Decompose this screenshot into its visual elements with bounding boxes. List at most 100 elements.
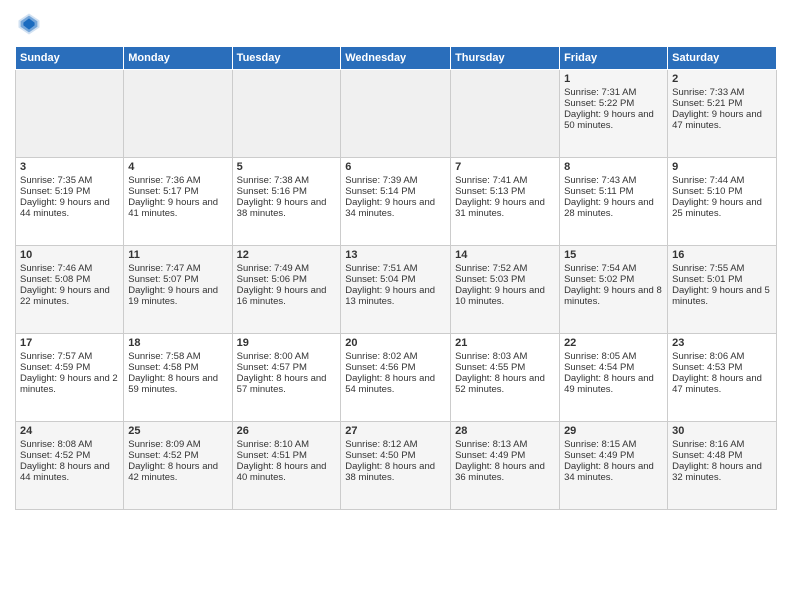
daylight: Daylight: 9 hours and 41 minutes.	[128, 197, 227, 219]
sunrise: Sunrise: 7:36 AM	[128, 175, 227, 186]
calendar-cell: 4Sunrise: 7:36 AMSunset: 5:17 PMDaylight…	[124, 158, 232, 246]
sunrise: Sunrise: 7:55 AM	[672, 263, 772, 274]
daylight: Daylight: 8 hours and 47 minutes.	[672, 373, 772, 395]
daylight: Daylight: 8 hours and 32 minutes.	[672, 461, 772, 483]
sunset: Sunset: 5:13 PM	[455, 186, 555, 197]
sunset: Sunset: 4:49 PM	[564, 450, 663, 461]
calendar-cell: 8Sunrise: 7:43 AMSunset: 5:11 PMDaylight…	[560, 158, 668, 246]
sunrise: Sunrise: 8:02 AM	[345, 351, 446, 362]
calendar-cell: 12Sunrise: 7:49 AMSunset: 5:06 PMDayligh…	[232, 246, 341, 334]
sunrise: Sunrise: 7:57 AM	[20, 351, 119, 362]
calendar-cell: 19Sunrise: 8:00 AMSunset: 4:57 PMDayligh…	[232, 334, 341, 422]
calendar-cell: 7 Sunrise: 7:41 AMSunset: 5:13 PMDaylight…	[451, 158, 560, 246]
sunrise: Sunrise: 8:03 AM	[455, 351, 555, 362]
day-header-monday: Monday	[124, 47, 232, 70]
sunrise: Sunrise: 8:05 AM	[564, 351, 663, 362]
sunrise: Sunrise: 7:47 AM	[128, 263, 227, 274]
daylight: Daylight: 9 hours and 8 minutes.	[564, 285, 663, 307]
calendar-cell: 3Sunrise: 7:35 AMSunset: 5:19 PMDaylight…	[16, 158, 124, 246]
day-number: 16	[672, 249, 772, 261]
day-header-wednesday: Wednesday	[341, 47, 451, 70]
day-number: 7	[455, 161, 555, 173]
day-header-row: SundayMondayTuesdayWednesdayThursdayFrid…	[16, 47, 777, 70]
calendar-cell: 1Sunrise: 7:31 AMSunset: 5:22 PMDaylight…	[560, 70, 668, 158]
sunrise: Sunrise: 8:13 AM	[455, 439, 555, 450]
daylight: Daylight: 9 hours and 22 minutes.	[20, 285, 119, 307]
sunset: Sunset: 5:08 PM	[20, 274, 119, 285]
sunset: Sunset: 5:02 PM	[564, 274, 663, 285]
day-number: 25	[128, 425, 227, 437]
sunrise: Sunrise: 7:39 AM	[345, 175, 446, 186]
day-header-tuesday: Tuesday	[232, 47, 341, 70]
calendar-cell: 2Sunrise: 7:33 AMSunset: 5:21 PMDaylight…	[668, 70, 777, 158]
sunset: Sunset: 4:50 PM	[345, 450, 446, 461]
page: SundayMondayTuesdayWednesdayThursdayFrid…	[0, 0, 792, 612]
sunset: Sunset: 4:52 PM	[20, 450, 119, 461]
daylight: Daylight: 9 hours and 31 minutes.	[455, 197, 555, 219]
sunrise: Sunrise: 8:12 AM	[345, 439, 446, 450]
sunset: Sunset: 5:04 PM	[345, 274, 446, 285]
day-header-thursday: Thursday	[451, 47, 560, 70]
daylight: Daylight: 9 hours and 2 minutes.	[20, 373, 119, 395]
sunset: Sunset: 5:10 PM	[672, 186, 772, 197]
calendar-cell: 6Sunrise: 7:39 AMSunset: 5:14 PMDaylight…	[341, 158, 451, 246]
daylight: Daylight: 9 hours and 34 minutes.	[345, 197, 446, 219]
calendar-cell: 27 Sunrise: 8:12 AMSunset: 4:50 PMDayligh…	[341, 422, 451, 510]
sunset: Sunset: 5:19 PM	[20, 186, 119, 197]
sunset: Sunset: 4:52 PM	[128, 450, 227, 461]
daylight: Daylight: 8 hours and 40 minutes.	[237, 461, 337, 483]
sunset: Sunset: 4:57 PM	[237, 362, 337, 373]
calendar-cell	[16, 70, 124, 158]
calendar-cell: 13Sunrise: 7:51 AMSunset: 5:04 PMDayligh…	[341, 246, 451, 334]
calendar-cell: 24Sunrise: 8:08 AMSunset: 4:52 PMDayligh…	[16, 422, 124, 510]
sunrise: Sunrise: 8:00 AM	[237, 351, 337, 362]
day-number: 2	[672, 73, 772, 85]
calendar-cell: 5Sunrise: 7:38 AMSunset: 5:16 PMDaylight…	[232, 158, 341, 246]
daylight: Daylight: 9 hours and 16 minutes.	[237, 285, 337, 307]
day-number: 29	[564, 425, 663, 437]
daylight: Daylight: 8 hours and 34 minutes.	[564, 461, 663, 483]
day-number: 4	[128, 161, 227, 173]
daylight: Daylight: 9 hours and 38 minutes.	[237, 197, 337, 219]
day-number: 14	[455, 249, 555, 261]
calendar-header: SundayMondayTuesdayWednesdayThursdayFrid…	[16, 47, 777, 70]
sunrise: Sunrise: 8:08 AM	[20, 439, 119, 450]
calendar-cell	[451, 70, 560, 158]
calendar-cell: 22Sunrise: 8:05 AMSunset: 4:54 PMDayligh…	[560, 334, 668, 422]
sunset: Sunset: 4:48 PM	[672, 450, 772, 461]
calendar-cell: 9Sunrise: 7:44 AMSunset: 5:10 PMDaylight…	[668, 158, 777, 246]
daylight: Daylight: 9 hours and 28 minutes.	[564, 197, 663, 219]
sunset: Sunset: 5:14 PM	[345, 186, 446, 197]
day-number: 27	[345, 425, 446, 437]
daylight: Daylight: 8 hours and 38 minutes.	[345, 461, 446, 483]
sunset: Sunset: 5:16 PM	[237, 186, 337, 197]
sunrise: Sunrise: 7:41 AM	[455, 175, 555, 186]
day-header-friday: Friday	[560, 47, 668, 70]
calendar-week-1: 3Sunrise: 7:35 AMSunset: 5:19 PMDaylight…	[16, 158, 777, 246]
sunrise: Sunrise: 7:33 AM	[672, 87, 772, 98]
sunset: Sunset: 5:11 PM	[564, 186, 663, 197]
sunset: Sunset: 4:56 PM	[345, 362, 446, 373]
sunrise: Sunrise: 7:46 AM	[20, 263, 119, 274]
day-number: 20	[345, 337, 446, 349]
sunrise: Sunrise: 7:58 AM	[128, 351, 227, 362]
calendar-cell: 21Sunrise: 8:03 AMSunset: 4:55 PMDayligh…	[451, 334, 560, 422]
calendar-cell: 14Sunrise: 7:52 AMSunset: 5:03 PMDayligh…	[451, 246, 560, 334]
sunset: Sunset: 5:21 PM	[672, 98, 772, 109]
calendar: SundayMondayTuesdayWednesdayThursdayFrid…	[15, 46, 777, 510]
daylight: Daylight: 9 hours and 44 minutes.	[20, 197, 119, 219]
day-number: 22	[564, 337, 663, 349]
calendar-cell: 16Sunrise: 7:55 AMSunset: 5:01 PMDayligh…	[668, 246, 777, 334]
day-number: 1	[564, 73, 663, 85]
calendar-cell: 20Sunrise: 8:02 AMSunset: 4:56 PMDayligh…	[341, 334, 451, 422]
daylight: Daylight: 9 hours and 25 minutes.	[672, 197, 772, 219]
day-number: 28	[455, 425, 555, 437]
day-number: 8	[564, 161, 663, 173]
daylight: Daylight: 8 hours and 57 minutes.	[237, 373, 337, 395]
sunrise: Sunrise: 7:51 AM	[345, 263, 446, 274]
sunrise: Sunrise: 7:31 AM	[564, 87, 663, 98]
daylight: Daylight: 9 hours and 5 minutes.	[672, 285, 772, 307]
daylight: Daylight: 8 hours and 52 minutes.	[455, 373, 555, 395]
sunset: Sunset: 4:53 PM	[672, 362, 772, 373]
daylight: Daylight: 8 hours and 44 minutes.	[20, 461, 119, 483]
